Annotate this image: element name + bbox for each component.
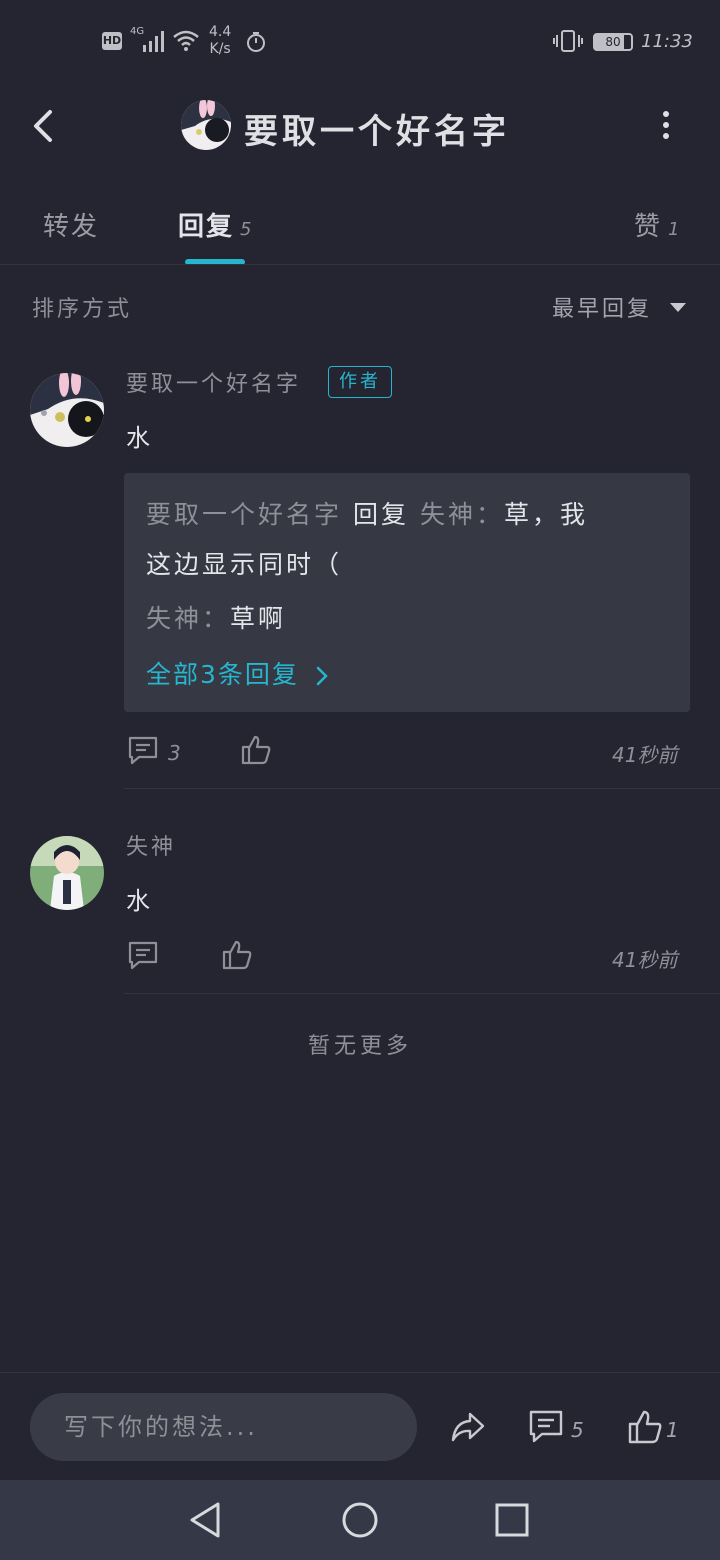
tab-like-count: 1 — [668, 219, 682, 240]
tab-forward[interactable]: 转发 — [43, 206, 99, 243]
comment-author[interactable]: 失神 — [126, 829, 176, 861]
thumbs-up-icon[interactable] — [240, 734, 272, 766]
comment-avatar[interactable] — [30, 836, 104, 910]
comment-input[interactable]: 写下你的想法... — [30, 1393, 417, 1461]
vibrate-icon — [553, 30, 583, 52]
comment-icon[interactable] — [127, 735, 159, 767]
system-nav-bar — [0, 1480, 720, 1560]
avatar-image — [30, 373, 104, 447]
header-avatar[interactable] — [181, 100, 231, 150]
comment-reply-count: 3 — [168, 741, 181, 765]
divider — [0, 1372, 720, 1373]
no-more-label: 暂无更多 — [307, 1034, 412, 1059]
comment-avatar[interactable] — [30, 373, 104, 447]
divider — [124, 788, 720, 789]
stopwatch-icon — [247, 32, 265, 52]
see-all-replies-link[interactable]: 全部3条回复 — [146, 655, 329, 691]
comment-timestamp: 41秒前 — [612, 743, 678, 767]
tab-reply-count: 5 — [240, 219, 254, 240]
reply-preview-box[interactable]: 要取一个好名字 回复 失神：草，我 这边显示同时（ 失神：草啊 全部3条回复 — [124, 473, 690, 712]
avatar-image — [30, 836, 104, 910]
author-badge: 作者 — [328, 366, 392, 398]
page-title: 要取一个好名字 — [244, 112, 510, 152]
network-speed: 4.4 K/s — [209, 24, 232, 57]
tab-like[interactable]: 赞1 — [634, 206, 681, 243]
share-icon[interactable] — [450, 1409, 486, 1445]
status-bar: HD 4G 4.4 K/s 80 11:33 — [0, 0, 720, 84]
battery-indicator: 80 — [593, 33, 633, 51]
divider — [0, 264, 720, 265]
signal-icon — [143, 31, 164, 52]
thumbs-up-icon[interactable] — [627, 1409, 663, 1445]
avatar-image — [181, 100, 231, 150]
like-total-count: 1 — [666, 1418, 679, 1442]
more-options-icon[interactable] — [656, 110, 676, 140]
wifi-icon — [173, 30, 199, 51]
comment-timestamp: 41秒前 — [612, 948, 678, 972]
chevron-right-icon — [316, 666, 328, 686]
sort-dropdown[interactable]: 最早回复 — [552, 291, 652, 323]
hd-badge: HD — [102, 32, 122, 50]
caret-down-icon[interactable] — [669, 301, 687, 313]
thumbs-up-icon[interactable] — [221, 939, 253, 971]
reply-line-continued: 这边显示同时（ — [146, 550, 343, 579]
reply-line: 失神：草啊 — [146, 604, 287, 633]
comment-text: 水 — [126, 424, 150, 452]
nav-recents-icon[interactable] — [492, 1500, 532, 1540]
comment-author[interactable]: 要取一个好名字 — [126, 366, 301, 398]
clock: 11:33 — [641, 31, 693, 52]
comment-icon[interactable] — [127, 940, 159, 972]
comment-total-count: 5 — [571, 1418, 584, 1442]
comment-text: 水 — [126, 887, 150, 915]
nav-back-icon[interactable] — [186, 1500, 226, 1540]
tab-reply[interactable]: 回复 5 — [178, 206, 253, 243]
comment-icon[interactable] — [528, 1409, 564, 1445]
back-arrow-icon[interactable] — [30, 106, 60, 146]
divider — [124, 993, 720, 994]
reply-line: 要取一个好名字 回复 失神：草，我 — [146, 500, 588, 529]
sort-label: 排序方式 — [32, 297, 133, 322]
nav-home-icon[interactable] — [340, 1500, 380, 1540]
